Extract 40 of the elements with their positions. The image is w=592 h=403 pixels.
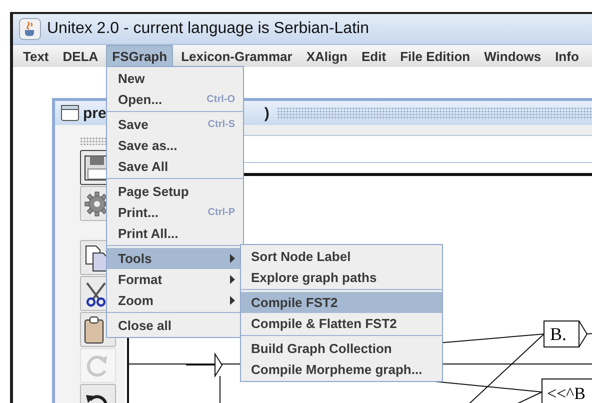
menu-item[interactable]: Sort Node Label <box>241 246 442 267</box>
menu-item[interactable]: Print All... <box>107 223 243 244</box>
graph-window-title-end: ) <box>264 104 270 122</box>
menu-title[interactable]: Edit <box>356 45 392 67</box>
menu-item[interactable]: Save All <box>107 156 243 177</box>
submenu-arrow-icon <box>230 275 235 284</box>
menu-item[interactable]: New <box>107 68 243 89</box>
coffee-cup-icon <box>19 18 41 40</box>
menu-item[interactable]: Close all <box>107 315 243 336</box>
menu-title[interactable]: File Edition <box>394 45 476 67</box>
redo-icon <box>84 352 110 378</box>
clipboard-icon <box>84 316 104 344</box>
menu-item[interactable]: Page Setup <box>107 181 243 202</box>
menu-item[interactable]: Compile FST2 <box>241 292 442 313</box>
menu-item[interactable]: Save Ctrl-S <box>107 114 243 135</box>
menu-item[interactable]: Save as... <box>107 135 243 156</box>
menu-title[interactable]: DELA <box>56 45 104 67</box>
menu-item[interactable]: Build Graph Collection <box>241 338 442 359</box>
menu-title[interactable]: Windows <box>478 45 548 67</box>
menu-title[interactable]: Lexicon-Grammar <box>175 45 298 67</box>
window-title: Unitex 2.0 - current language is Serbian-Latin <box>47 20 369 38</box>
menu-item[interactable]: Zoom <box>107 290 243 311</box>
menu-title[interactable]: Info <box>549 45 585 67</box>
menu-item[interactable]: Compile Morpheme graph... <box>241 359 442 380</box>
node-label: B. <box>550 324 567 344</box>
menu-item[interactable]: Open... Ctrl-O <box>107 89 243 110</box>
menu-item[interactable]: Compile & Flatten FST2 <box>241 313 442 334</box>
menu-item[interactable]: Explore graph paths <box>241 267 442 288</box>
scissors-icon <box>84 280 108 306</box>
submenu-arrow-icon <box>230 254 235 263</box>
submenu-arrow-icon <box>230 296 235 305</box>
menu-title[interactable]: FSGraph <box>106 45 174 67</box>
node-label: <<^B <box>547 384 586 403</box>
menu-item[interactable]: Format <box>107 269 243 290</box>
menu-title[interactable]: XAlign <box>300 45 354 67</box>
menu-item[interactable]: Print... Ctrl-P <box>107 202 243 223</box>
graph-window-title: pre <box>83 104 106 122</box>
window-icon <box>61 105 79 121</box>
menu-title[interactable]: Text <box>17 45 55 67</box>
menu-item[interactable]: Tools <box>107 248 243 269</box>
